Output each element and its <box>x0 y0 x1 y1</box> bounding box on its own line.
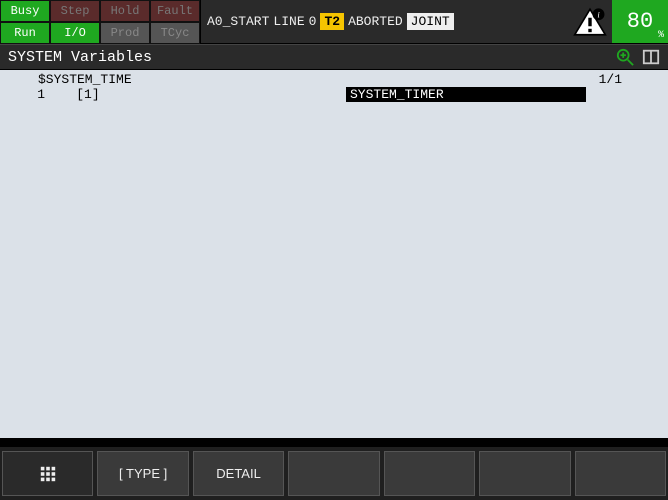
fkey-type[interactable]: [ TYPE ] <box>97 451 188 496</box>
menu-button[interactable] <box>2 451 93 496</box>
speed-unit: % <box>658 30 664 41</box>
function-key-bar: [ TYPE ] DETAIL <box>0 446 668 500</box>
variable-header: $SYSTEM_TIME 1/1 <box>6 72 662 87</box>
program-status-area: A0_START LINE 0 T2 ABORTED JOINT <box>201 0 568 43</box>
fkey-5[interactable] <box>384 451 475 496</box>
row-value: SYSTEM_TIMER <box>346 87 586 102</box>
status-tcyc: TCyc <box>150 22 200 44</box>
content-area[interactable]: $SYSTEM_TIME 1/1 1 [1] SYSTEM_TIMER <box>0 70 668 438</box>
split-view-icon[interactable] <box>642 48 660 66</box>
status-grid: Busy Step Hold Fault Run I/O Prod TCyc <box>0 0 201 43</box>
program-line: 0 <box>309 14 317 29</box>
coord-badge: JOINT <box>407 13 454 30</box>
alarm-icon[interactable]: i <box>568 0 612 43</box>
program-state: ABORTED <box>348 14 403 29</box>
program-name: A0_START <box>207 14 269 29</box>
status-fault: Fault <box>150 0 200 22</box>
grid-icon <box>39 465 57 483</box>
top-status-bar: Busy Step Hold Fault Run I/O Prod TCyc A… <box>0 0 668 44</box>
status-prod: Prod <box>100 22 150 44</box>
speed-override[interactable]: 80 % <box>612 0 668 43</box>
table-row[interactable]: 1 [1] SYSTEM_TIMER <box>6 87 662 102</box>
status-run: Run <box>0 22 50 44</box>
fkey-4[interactable] <box>288 451 379 496</box>
fkey-7[interactable] <box>575 451 666 496</box>
speed-value: 80 <box>627 9 653 34</box>
fkey-detail[interactable]: DETAIL <box>193 451 284 496</box>
divider <box>0 438 668 446</box>
mode-badge: T2 <box>320 13 344 30</box>
status-step: Step <box>50 0 100 22</box>
status-busy: Busy <box>0 0 50 22</box>
status-io: I/O <box>50 22 100 44</box>
page-indicator: 1/1 <box>599 72 622 87</box>
fkey-6[interactable] <box>479 451 570 496</box>
titlebar-icons <box>616 48 660 66</box>
program-line-label: LINE <box>273 14 304 29</box>
variable-name: $SYSTEM_TIME <box>6 72 132 87</box>
row-index: 1 [1] <box>6 87 126 102</box>
page-title: SYSTEM Variables <box>8 49 152 66</box>
zoom-icon[interactable] <box>616 48 634 66</box>
title-bar: SYSTEM Variables <box>0 44 668 70</box>
status-hold: Hold <box>100 0 150 22</box>
